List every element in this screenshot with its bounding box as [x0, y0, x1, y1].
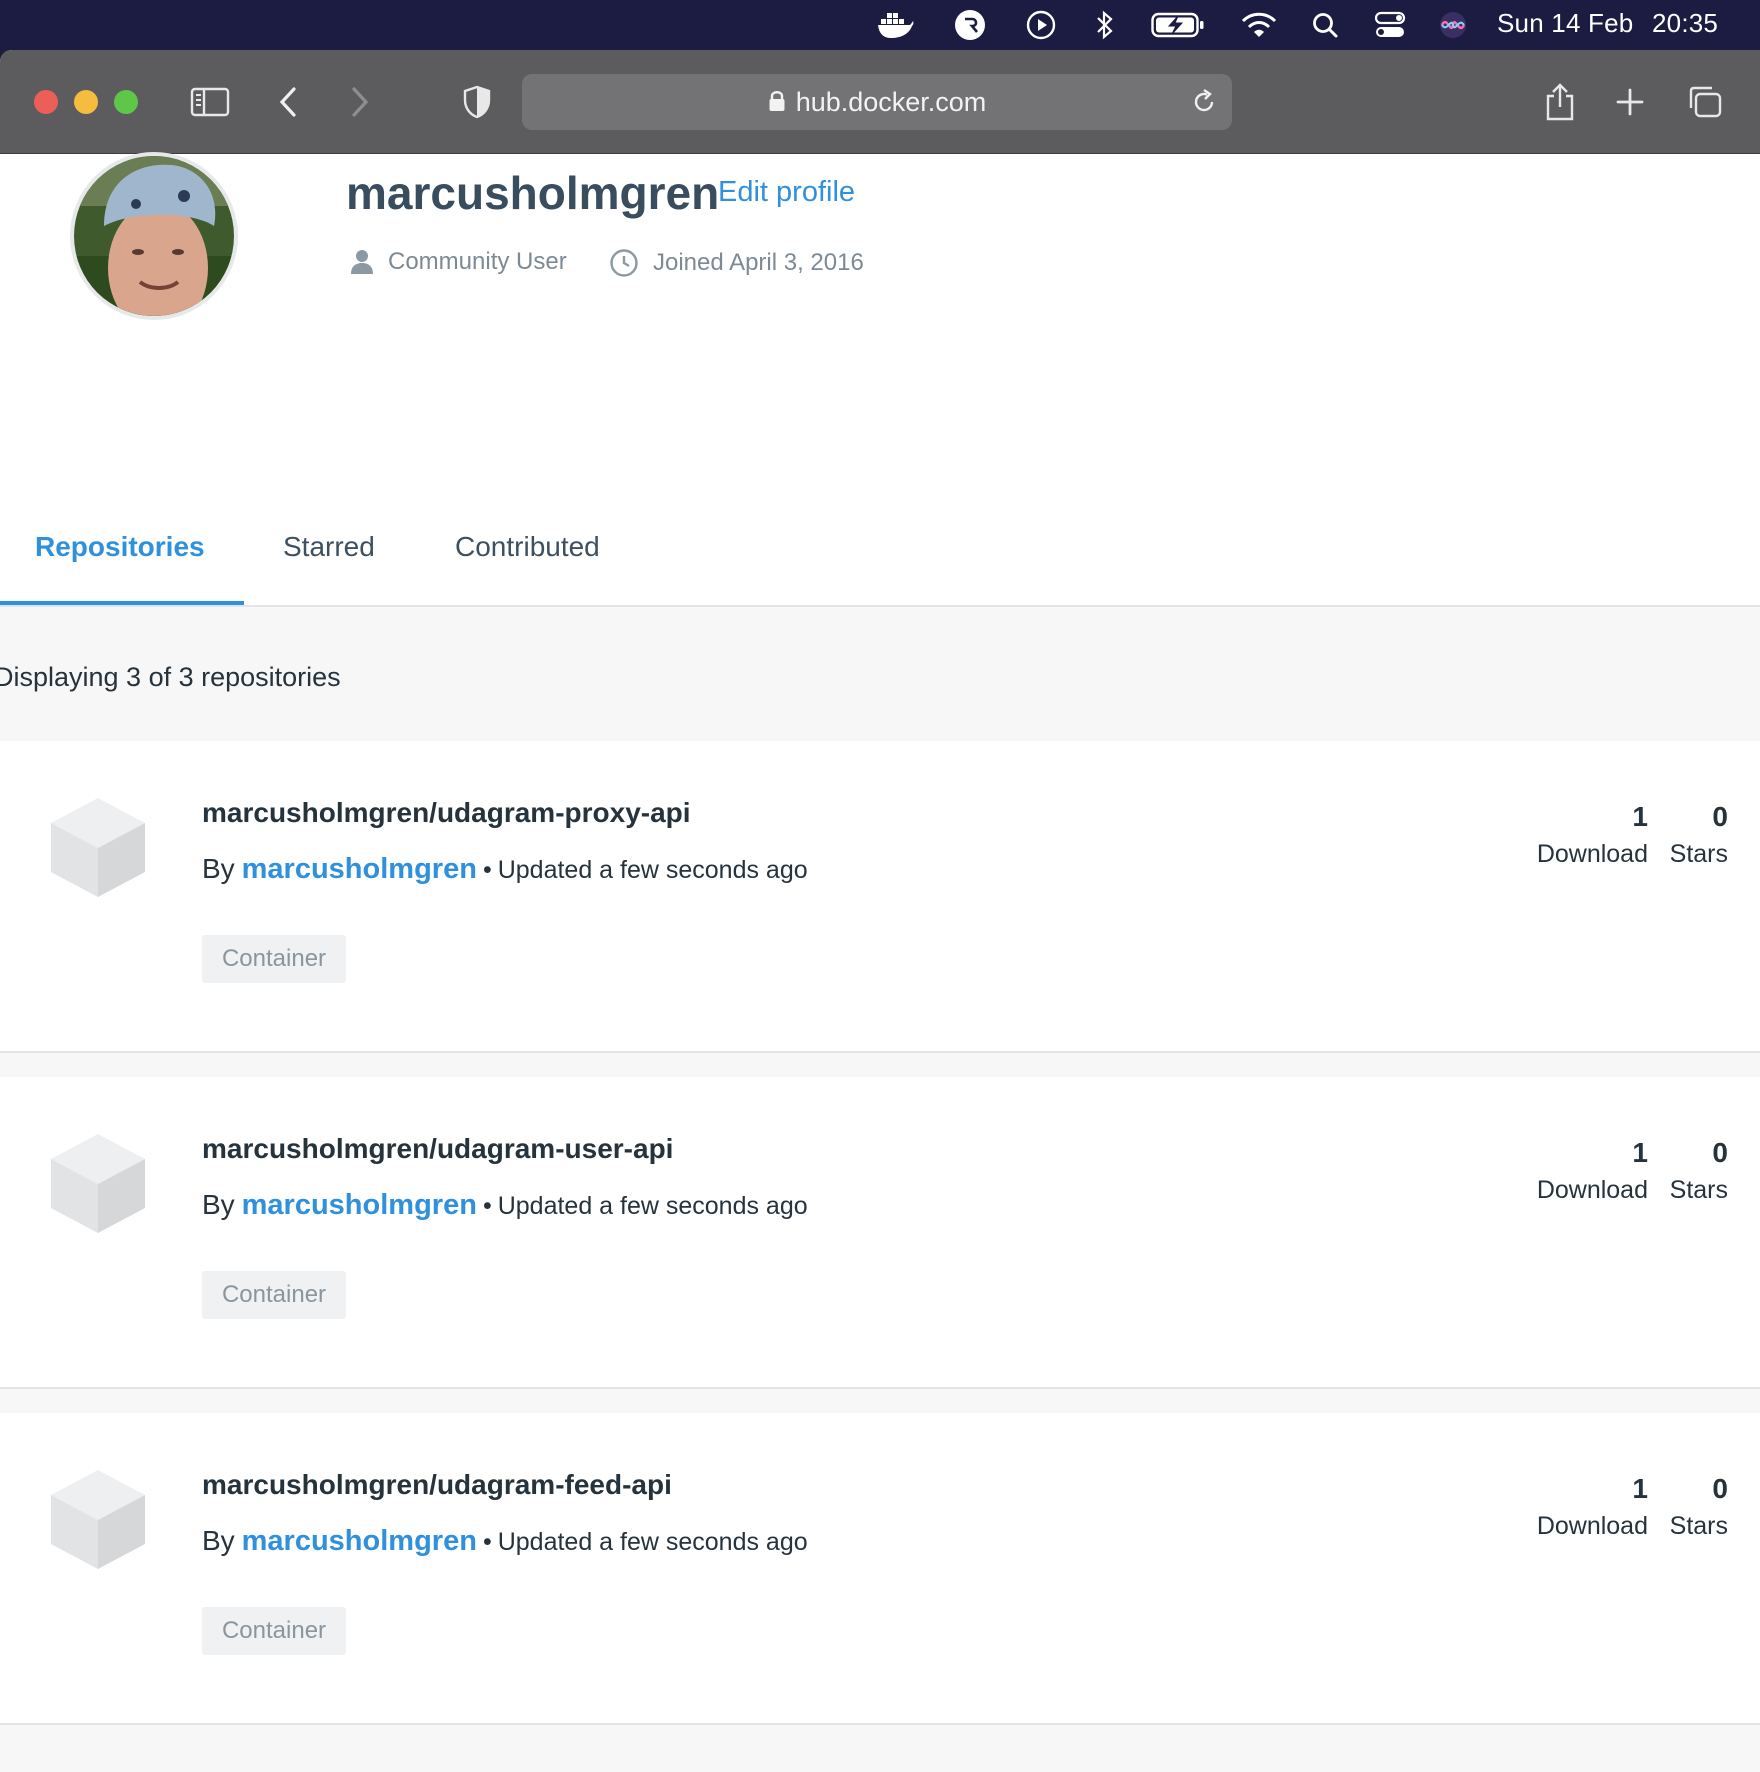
profile-joined-text: Joined April 3, 2016	[653, 249, 864, 276]
repository-card[interactable]: marcusholmgren/udagram-user-api By marcu…	[0, 1077, 1760, 1389]
repository-name[interactable]: marcusholmgren/udagram-proxy-api	[202, 797, 691, 829]
profile-role-text: Community User	[388, 248, 567, 275]
privacy-shield-icon[interactable]	[460, 80, 494, 124]
r-app-icon[interactable]	[953, 9, 987, 41]
repository-card[interactable]: marcusholmgren/udagram-proxy-api By marc…	[0, 741, 1760, 1053]
repository-owner-link[interactable]: marcusholmgren	[242, 1189, 477, 1221]
repository-owner-link[interactable]: marcusholmgren	[242, 853, 477, 885]
download-label: Download	[1536, 840, 1648, 868]
reload-icon[interactable]	[1190, 88, 1218, 121]
spotlight-search-icon[interactable]	[1310, 9, 1340, 41]
download-count: 1	[1632, 1137, 1648, 1168]
by-label: By	[202, 1189, 235, 1220]
back-icon[interactable]	[274, 80, 304, 124]
stars-count: 0	[1712, 801, 1728, 832]
siri-icon[interactable]	[1438, 9, 1468, 41]
address-bar[interactable]: hub.docker.com	[522, 74, 1232, 130]
wifi-icon[interactable]	[1240, 9, 1278, 41]
window-close-button[interactable]	[34, 90, 58, 114]
share-icon[interactable]	[1540, 80, 1580, 124]
download-count: 1	[1632, 801, 1648, 832]
container-badge: Container	[202, 935, 346, 983]
clock-icon	[610, 249, 638, 277]
repository-updated: Updated a few seconds ago	[497, 1192, 808, 1220]
avatar[interactable]	[70, 152, 238, 320]
active-tab-indicator	[0, 601, 244, 605]
browser-window: hub.docker.com marcusholmgren Edit profi…	[0, 50, 1760, 1772]
tab-repositories[interactable]: Repositories	[35, 499, 205, 607]
forward-icon[interactable]	[344, 80, 374, 124]
play-circle-icon[interactable]	[1024, 9, 1058, 41]
container-badge: Container	[202, 1607, 346, 1655]
repository-owner-link[interactable]: marcusholmgren	[242, 1525, 477, 1557]
download-stat: 1 Download	[1537, 1473, 1648, 1541]
lock-icon	[768, 76, 786, 132]
control-center-icon[interactable]	[1372, 9, 1408, 41]
edit-profile-link[interactable]: Edit profile	[718, 176, 855, 209]
sidebar-toggle-icon[interactable]	[188, 80, 232, 124]
profile-joined: Joined April 3, 2016	[609, 248, 864, 278]
stars-label: Stars	[1669, 840, 1728, 868]
repository-card[interactable]: marcusholmgren/udagram-feed-api By marcu…	[0, 1413, 1760, 1725]
repository-byline: By marcusholmgren • Updated a few seconds …	[202, 1189, 808, 1222]
browser-toolbar: hub.docker.com	[0, 50, 1760, 154]
repository-name[interactable]: marcusholmgren/udagram-feed-api	[202, 1469, 672, 1501]
download-stat: 1 Download	[1537, 801, 1648, 869]
profile-header: marcusholmgren Edit profile Community Us…	[0, 152, 1760, 499]
tab-starred[interactable]: Starred	[283, 499, 375, 607]
download-label: Download	[1536, 1176, 1648, 1204]
window-minimize-button[interactable]	[74, 90, 98, 114]
tab-contributed[interactable]: Contributed	[455, 499, 600, 607]
stars-count: 0	[1712, 1137, 1728, 1168]
menubar-date[interactable]: Sun 14 Feb	[1497, 0, 1633, 46]
repository-cube-icon	[50, 1133, 146, 1238]
menubar-time[interactable]: 20:35	[1652, 0, 1718, 46]
docker-icon[interactable]	[876, 9, 916, 41]
profile-tabs: Repositories Starred Contributed	[0, 499, 1760, 607]
docker-hub-page: marcusholmgren Edit profile Community Us…	[0, 152, 1760, 1772]
stars-count: 0	[1712, 1473, 1728, 1504]
repository-cube-icon	[50, 797, 146, 902]
repository-name[interactable]: marcusholmgren/udagram-user-api	[202, 1133, 673, 1165]
repository-byline: By marcusholmgren • Updated a few seconds …	[202, 1525, 808, 1558]
repository-byline: By marcusholmgren • Updated a few seconds …	[202, 853, 808, 886]
download-label: Download	[1536, 1512, 1648, 1540]
results-count: Displaying 3 of 3 repositories	[0, 662, 341, 692]
bluetooth-icon[interactable]	[1092, 9, 1118, 41]
url-display[interactable]: hub.docker.com	[522, 74, 1232, 130]
user-icon	[351, 250, 373, 274]
download-stat: 1 Download	[1537, 1137, 1648, 1205]
url-text: hub.docker.com	[795, 87, 987, 117]
repository-cube-icon	[50, 1469, 146, 1574]
stars-label: Stars	[1669, 1176, 1728, 1204]
profile-role: Community User	[350, 248, 567, 276]
separator-dot: •	[482, 1192, 492, 1220]
window-zoom-button[interactable]	[114, 90, 138, 114]
macos-menu-bar: Sun 14 Feb 20:35	[0, 0, 1760, 50]
repository-updated: Updated a few seconds ago	[497, 856, 808, 884]
download-count: 1	[1632, 1473, 1648, 1504]
new-tab-icon[interactable]	[1612, 80, 1648, 124]
by-label: By	[202, 1525, 235, 1556]
stars-label: Stars	[1669, 1512, 1728, 1540]
stars-stat: 0 Stars	[1670, 801, 1728, 869]
separator-dot: •	[482, 1528, 492, 1556]
repository-updated: Updated a few seconds ago	[497, 1528, 808, 1556]
stars-stat: 0 Stars	[1670, 1473, 1728, 1541]
container-badge: Container	[202, 1271, 346, 1319]
tab-overview-icon[interactable]	[1684, 80, 1724, 124]
battery-icon[interactable]	[1150, 9, 1206, 41]
stars-stat: 0 Stars	[1670, 1137, 1728, 1205]
separator-dot: •	[482, 856, 492, 884]
profile-username: marcusholmgren	[346, 167, 720, 219]
by-label: By	[202, 853, 235, 884]
